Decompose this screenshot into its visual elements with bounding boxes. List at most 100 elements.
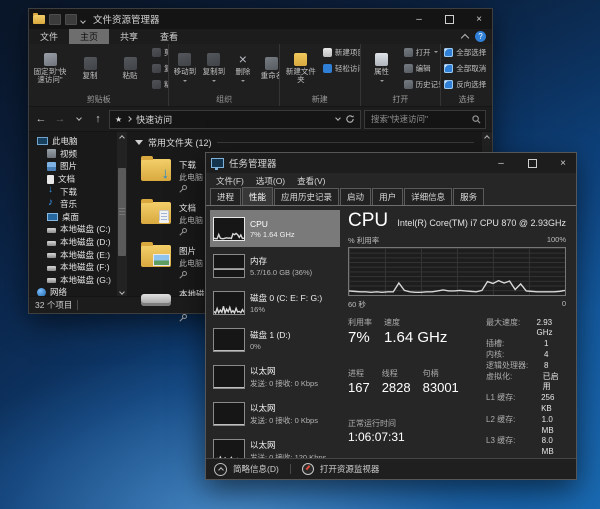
taskmgr-close-button[interactable]: × <box>550 153 576 173</box>
ribbon-tab[interactable]: 主页 <box>69 29 110 44</box>
sidebar-item[interactable]: 本地磁盘 (D:) <box>29 236 117 249</box>
ribbon-button[interactable]: 打开 <box>403 45 441 60</box>
performance-sidebar-item[interactable]: 以太网 发送: 0 接收: 0 Kbps <box>210 395 340 432</box>
address-dropdown-icon[interactable] <box>335 115 341 121</box>
ribbon-tab[interactable]: 查看 <box>149 29 189 44</box>
sidebar-item[interactable]: 本地磁盘 (E:) <box>29 248 117 261</box>
explorer-maximize-button[interactable] <box>436 9 462 29</box>
sidebar-item[interactable]: 网络 <box>29 286 117 296</box>
collapse-details-icon[interactable] <box>214 462 227 476</box>
explorer-close-button[interactable]: × <box>466 9 492 29</box>
sidebar-item[interactable]: 本地磁盘 (F:) <box>29 261 117 274</box>
quick-access-toolbar-button[interactable] <box>65 13 77 25</box>
fewer-details-link[interactable]: 简略信息(D) <box>233 463 279 475</box>
taskmgr-tab[interactable]: 启动 <box>340 188 372 205</box>
quick-access-toolbar-dropdown-icon[interactable] <box>80 10 86 28</box>
ribbon-button[interactable]: 编辑 <box>403 61 441 76</box>
menu-item[interactable]: 选项(O) <box>250 175 291 187</box>
taskmgr-maximize-button[interactable] <box>519 153 545 173</box>
explorer-minimize-button[interactable]: – <box>406 9 432 29</box>
sidebar-item-icon <box>47 253 56 259</box>
taskmgr-tab[interactable]: 应用历史记录 <box>274 188 340 205</box>
explorer-titlebar[interactable]: 文件资源管理器 – × <box>29 9 492 29</box>
taskmgr-tab[interactable]: 服务 <box>453 188 485 205</box>
resource-stat: 发送: 0 接收: 0 Kbps <box>250 378 318 388</box>
taskmgr-window-title: 任务管理器 <box>229 159 277 170</box>
ribbon-group-label: 组织 <box>216 95 233 104</box>
ribbon-button[interactable]: 剪切 <box>152 45 168 60</box>
help-icon[interactable]: ? <box>475 31 486 42</box>
taskmgr-tab[interactable]: 用户 <box>372 188 404 205</box>
ribbon-button[interactable]: 属性 <box>364 45 400 92</box>
taskmgr-app-icon <box>211 158 224 170</box>
taskmgr-tab[interactable]: 详细信息 <box>404 188 453 205</box>
ribbon-button[interactable]: 新建文件夹 <box>283 45 319 92</box>
ribbon-button[interactable]: 历史记录 <box>403 77 440 92</box>
menu-item[interactable]: 文件(F) <box>210 175 250 187</box>
up-button[interactable]: ↑ <box>90 111 106 127</box>
folder-item-icon <box>141 156 171 182</box>
menu-item[interactable]: 查看(V) <box>291 175 331 187</box>
sidebar-item[interactable]: 文档 <box>29 173 117 186</box>
ribbon-button[interactable]: 轻松访问 <box>322 61 360 76</box>
ribbon-button[interactable]: 粘贴快捷方式 <box>152 77 168 92</box>
breadcrumb[interactable]: 快速访问 <box>136 113 172 126</box>
collapse-section-icon[interactable] <box>135 140 143 145</box>
address-bar[interactable]: ★ 快速访问 <box>109 109 361 129</box>
sidebar-item-icon <box>47 149 56 159</box>
forward-button[interactable]: → <box>52 111 68 127</box>
folder-item-location: 此电脑 <box>179 259 203 268</box>
ribbon-button[interactable]: 反向选择 <box>444 77 486 92</box>
sidebar-item-icon <box>47 161 56 171</box>
scroll-up-icon[interactable] <box>119 135 125 141</box>
sidebar-item[interactable]: 桌面 <box>29 211 117 224</box>
performance-sidebar-item[interactable]: 以太网 发送: 0 接收: 120 Kbps <box>210 432 340 458</box>
ribbon-button[interactable]: 全部选择 <box>444 45 486 60</box>
sidebar-item[interactable]: 本地磁盘 (C:) <box>29 223 117 236</box>
open-resource-monitor-link[interactable]: 打开资源监视器 <box>320 463 380 475</box>
taskmgr-minimize-button[interactable]: – <box>488 153 514 173</box>
ribbon-button[interactable]: 重命名 <box>259 45 279 92</box>
sidebar-item[interactable]: 视频 <box>29 148 117 161</box>
processes-value: 167 <box>348 380 370 396</box>
resource-stat: 发送: 0 接收: 0 Kbps <box>250 415 318 425</box>
ribbon-button[interactable]: 复制 <box>72 45 108 92</box>
taskmgr-tab[interactable]: 性能 <box>242 187 274 205</box>
scrollbar-thumb[interactable] <box>118 168 126 256</box>
ribbon-button[interactable]: 移动到 <box>172 45 197 92</box>
scroll-down-icon[interactable] <box>119 289 125 295</box>
mini-graph <box>213 401 245 426</box>
sidebar-item[interactable]: 此电脑 <box>29 135 117 148</box>
performance-sidebar-item[interactable]: 以太网 发送: 0 接收: 0 Kbps <box>210 358 340 395</box>
search-input[interactable] <box>369 113 472 125</box>
recent-locations-dropdown[interactable] <box>71 111 87 127</box>
ribbon-button[interactable]: 粘贴 <box>112 45 148 92</box>
performance-sidebar-item[interactable]: CPU 7% 1.64 GHz <box>210 210 340 247</box>
ribbon-button[interactable]: 新建项目 <box>322 45 360 60</box>
performance-sidebar-item[interactable]: 内存 5.7/16.0 GB (36%) <box>210 247 340 284</box>
ribbon-button[interactable]: 复制到 <box>201 45 226 92</box>
quick-access-toolbar-button[interactable] <box>49 13 61 25</box>
ribbon-button-icon <box>444 64 454 73</box>
ribbon-button[interactable]: 复制路径 <box>152 61 168 76</box>
ribbon-tab[interactable]: 共享 <box>109 29 149 44</box>
performance-sidebar-item[interactable]: 磁盘 0 (C: E: F: G:) 16% <box>210 284 340 321</box>
ribbon-button[interactable]: 固定到"快速访问" <box>32 45 68 92</box>
back-button[interactable]: ← <box>33 111 49 127</box>
sidebar-item[interactable]: 图片 <box>29 160 117 173</box>
taskmgr-tab[interactable]: 进程 <box>210 188 242 205</box>
sidebar-item[interactable]: 下载 <box>29 184 117 198</box>
taskmgr-titlebar[interactable]: 任务管理器 – × <box>206 153 576 173</box>
sidebar-scrollbar[interactable] <box>117 132 127 296</box>
sidebar-item[interactable]: 本地磁盘 (G:) <box>29 274 117 287</box>
ribbon-button[interactable]: 全部取消 <box>444 61 486 76</box>
collapse-ribbon-icon[interactable] <box>460 33 470 42</box>
section-header-frequent-folders[interactable]: 常用文件夹 (12) <box>135 136 480 149</box>
performance-sidebar-item[interactable]: 磁盘 1 (D:) 0% <box>210 321 340 358</box>
refresh-icon[interactable] <box>345 114 355 124</box>
ribbon-tab[interactable]: 文件 <box>29 29 69 44</box>
sidebar-item[interactable]: 音乐 <box>29 197 117 211</box>
scroll-up-icon[interactable] <box>484 135 490 141</box>
detail-value: 8.0 MB <box>541 436 554 457</box>
ribbon-button[interactable]: 删除 <box>230 45 255 92</box>
